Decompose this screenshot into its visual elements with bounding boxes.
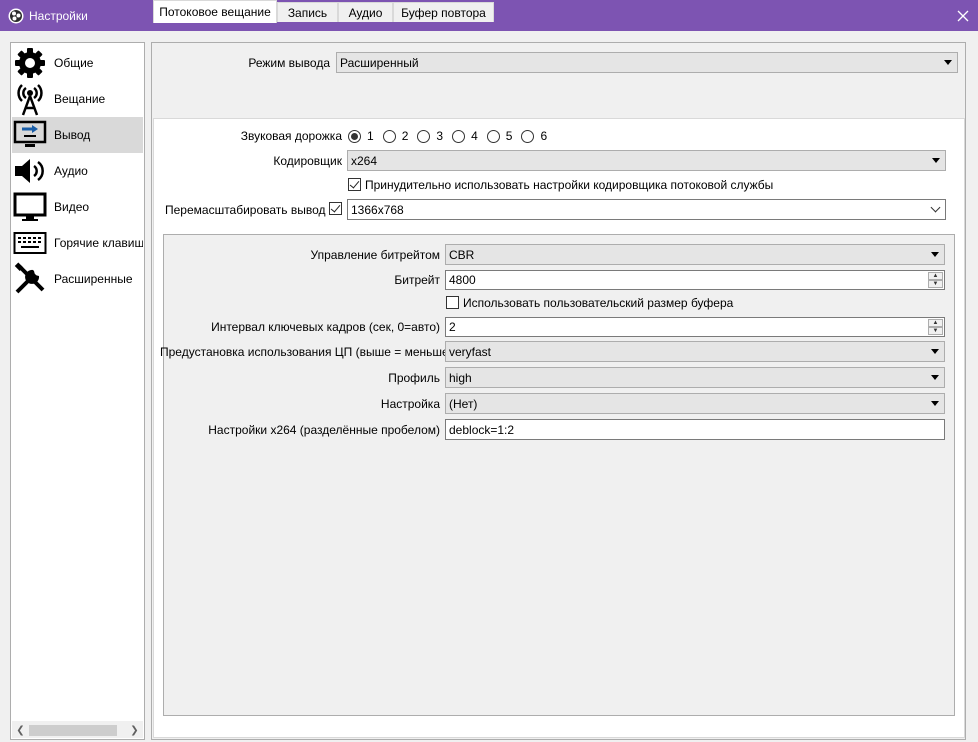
- radio[interactable]: [417, 129, 431, 143]
- tools-icon: [12, 261, 48, 297]
- sidebar-item-label: Горячие клавиши: [54, 236, 143, 250]
- bitrate-label: Битрейт: [394, 273, 440, 287]
- sidebar-item-label: Расширенные: [54, 272, 133, 286]
- bitrate-value: 4800: [449, 273, 476, 287]
- spin-up-icon[interactable]: ▲: [928, 272, 943, 280]
- encoder-value: x264: [351, 153, 378, 168]
- settings-sidebar: Общие Вещание Вывод Аудио Видео Горячие …: [10, 42, 145, 740]
- rescale-label: Перемасштабировать вывод: [165, 203, 326, 217]
- sidebar-item-label: Аудио: [54, 164, 88, 178]
- audio-track-radio-5[interactable]: 5: [486, 129, 512, 143]
- sidebar-item-stream[interactable]: Вещание: [12, 81, 143, 117]
- cpu-preset-select[interactable]: veryfast: [445, 341, 945, 362]
- enforce-settings-checkbox[interactable]: [348, 178, 361, 191]
- gear-icon: [12, 45, 48, 81]
- audio-track-radio-group: 1 2 3 4 5 6: [348, 129, 556, 143]
- cpu-preset-label: Предустановка использования ЦП (выше = м…: [160, 345, 453, 359]
- enforce-settings-label: Принудительно использовать настройки код…: [365, 178, 774, 192]
- rescale-resolution-select[interactable]: 1366x768: [347, 199, 946, 220]
- scroll-right-icon[interactable]: ❯: [126, 722, 143, 739]
- encoder-select[interactable]: x264: [347, 150, 946, 171]
- chevron-down-icon: [944, 60, 952, 65]
- bitrate-stepper[interactable]: ▲ ▼: [928, 272, 943, 288]
- spin-down-icon[interactable]: ▼: [928, 280, 943, 288]
- audio-track-radio-6[interactable]: 6: [521, 129, 547, 143]
- sidebar-item-label: Вещание: [54, 92, 106, 106]
- keyboard-icon: [12, 225, 48, 261]
- tab-replay-buffer[interactable]: Буфер повтора: [393, 2, 494, 22]
- chevron-down-icon: [932, 158, 940, 163]
- bitrate-spinbox[interactable]: 4800 ▲ ▼: [445, 270, 945, 290]
- x264-options-input[interactable]: deblock=1:2: [445, 419, 945, 440]
- output-mode-label: Режим вывода: [248, 56, 330, 70]
- tune-label: Настройка: [380, 397, 440, 411]
- sidebar-item-hotkeys[interactable]: Горячие клавиши: [12, 225, 143, 261]
- x264-options-value: deblock=1:2: [449, 422, 515, 437]
- output-monitor-icon: [12, 117, 48, 153]
- tune-value: (Нет): [449, 396, 478, 411]
- close-button[interactable]: [948, 0, 978, 31]
- encoder-label: Кодировщик: [273, 154, 342, 168]
- spin-up-icon[interactable]: ▲: [928, 319, 943, 327]
- radio[interactable]: [521, 129, 535, 143]
- audio-track-radio-3[interactable]: 3: [417, 129, 443, 143]
- sidebar-item-video[interactable]: Видео: [12, 189, 143, 225]
- audio-track-label: Звуковая дорожка: [240, 129, 342, 143]
- audio-track-radio-2[interactable]: 2: [382, 129, 408, 143]
- chevron-down-icon: [931, 375, 939, 380]
- speaker-icon: [12, 153, 48, 189]
- broadcast-tower-icon: [12, 81, 48, 117]
- radio[interactable]: [486, 129, 500, 143]
- profile-label: Профиль: [388, 371, 440, 385]
- rate-control-value: CBR: [449, 247, 475, 262]
- chevron-down-icon: [931, 401, 939, 406]
- close-icon: [957, 10, 969, 21]
- sidebar-item-advanced[interactable]: Расширенные: [12, 261, 143, 297]
- tab-streaming[interactable]: Потоковое вещание: [153, 0, 277, 23]
- keyframe-interval-label: Интервал ключевых кадров (сек, 0=авто): [211, 320, 440, 334]
- radio[interactable]: [382, 129, 396, 143]
- sidebar-horizontal-scrollbar[interactable]: ❮ ❯: [12, 721, 143, 738]
- rate-control-label: Управление битрейтом: [310, 248, 440, 262]
- profile-select[interactable]: high: [445, 367, 945, 388]
- audio-track-radio-4[interactable]: 4: [452, 129, 478, 143]
- scrollbar-thumb[interactable]: [29, 725, 117, 736]
- rescale-checkbox[interactable]: [329, 202, 342, 215]
- monitor-icon: [12, 189, 48, 225]
- custom-buffer-checkbox[interactable]: [446, 296, 459, 309]
- profile-value: high: [449, 370, 472, 385]
- tune-select[interactable]: (Нет): [445, 393, 945, 414]
- rescale-resolution-value: 1366x768: [351, 202, 404, 217]
- sidebar-item-general[interactable]: Общие: [12, 45, 143, 81]
- custom-buffer-label: Использовать пользовательский размер буф…: [463, 296, 734, 310]
- sidebar-item-label: Видео: [54, 200, 90, 214]
- scroll-left-icon[interactable]: ❮: [12, 722, 29, 739]
- radio[interactable]: [452, 129, 466, 143]
- x264-options-label: Настройки x264 (разделённые пробелом): [208, 423, 440, 437]
- keyframe-interval-value: 2: [449, 320, 456, 334]
- output-mode-value: Расширенный: [340, 55, 419, 70]
- chevron-down-icon: [931, 252, 939, 257]
- sidebar-item-output[interactable]: Вывод: [12, 117, 143, 153]
- rate-control-select[interactable]: CBR: [445, 244, 945, 265]
- tab-recording[interactable]: Запись: [277, 2, 338, 22]
- keyframe-interval-stepper[interactable]: ▲ ▼: [928, 319, 943, 335]
- output-mode-select[interactable]: Расширенный: [336, 52, 958, 73]
- tab-audio[interactable]: Аудио: [338, 2, 393, 22]
- sidebar-item-label: Вывод: [54, 128, 91, 142]
- chevron-down-icon: [931, 349, 939, 354]
- spin-down-icon[interactable]: ▼: [928, 327, 943, 335]
- obs-logo-icon: [8, 8, 24, 23]
- sidebar-item-audio[interactable]: Аудио: [12, 153, 143, 189]
- window-title: Настройки: [29, 8, 88, 23]
- audio-track-radio-1[interactable]: 1: [348, 129, 374, 143]
- radio-checked[interactable]: [348, 129, 361, 143]
- sidebar-item-label: Общие: [54, 56, 94, 70]
- keyframe-interval-spinbox[interactable]: 2 ▲ ▼: [445, 317, 945, 337]
- cpu-preset-value: veryfast: [449, 344, 492, 359]
- chevron-down-icon: [930, 202, 941, 213]
